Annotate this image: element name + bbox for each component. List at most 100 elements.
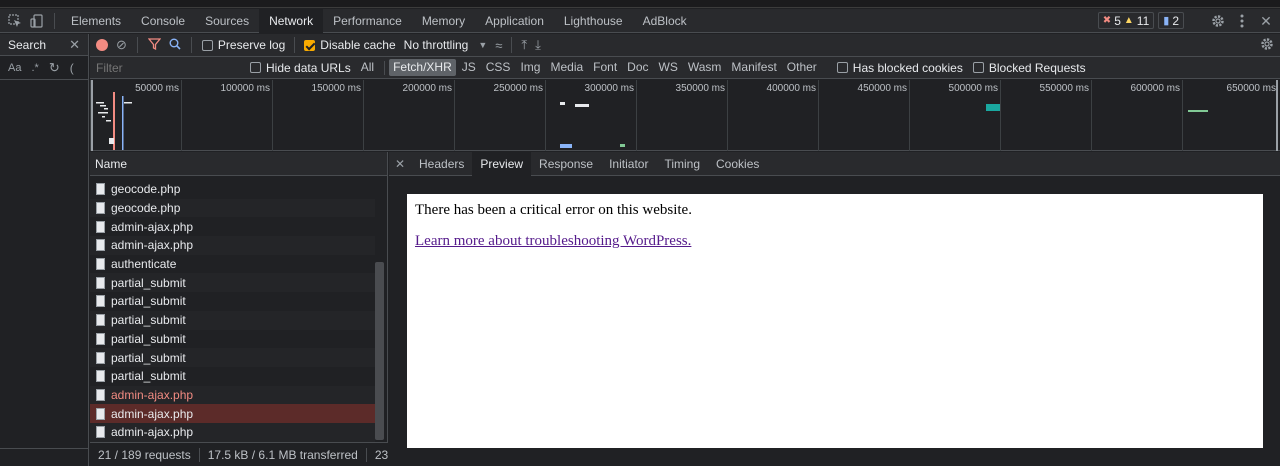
- record-button[interactable]: [96, 39, 108, 51]
- request-row[interactable]: partial_submit: [90, 310, 375, 330]
- error-icon: ✖: [1102, 15, 1112, 26]
- close-devtools-icon[interactable]: ✕: [1256, 11, 1276, 31]
- chevron-down-icon: ▼: [478, 40, 488, 50]
- refresh-icon[interactable]: ↻: [49, 60, 60, 76]
- export-har-icon[interactable]: ⤓: [535, 37, 541, 53]
- request-row-error[interactable]: admin-ajax.php: [90, 385, 375, 405]
- name-column-header[interactable]: Name: [90, 152, 387, 176]
- inspect-element-icon[interactable]: [4, 10, 26, 32]
- device-toolbar-icon[interactable]: [26, 10, 48, 32]
- network-overview-timeline[interactable]: 50000 ms 100000 ms 150000 ms 200000 ms 2…: [90, 80, 1280, 151]
- tab-application[interactable]: Application: [475, 9, 554, 33]
- document-icon: [96, 202, 105, 215]
- close-search-icon[interactable]: ✕: [69, 37, 80, 53]
- request-row[interactable]: admin-ajax.php: [90, 217, 375, 236]
- request-name: partial_submit: [111, 331, 186, 346]
- tab-elements[interactable]: Elements: [61, 9, 131, 33]
- filter-type-font[interactable]: Font: [589, 59, 621, 76]
- regex-button[interactable]: .*: [31, 62, 38, 74]
- tab-headers[interactable]: Headers: [411, 152, 472, 176]
- more-options-icon[interactable]: [1232, 11, 1252, 31]
- request-row[interactable]: partial_submit: [90, 348, 375, 367]
- settings-gear-icon[interactable]: [1208, 11, 1228, 31]
- clear-icon[interactable]: (: [70, 61, 74, 75]
- search-icon[interactable]: [169, 38, 181, 53]
- request-detail-panel: ✕ Headers Preview Response Initiator Tim…: [389, 151, 1280, 466]
- has-blocked-cookies-box[interactable]: [836, 62, 848, 73]
- close-detail-icon[interactable]: ✕: [389, 157, 411, 171]
- request-row[interactable]: geocode.php: [90, 180, 375, 199]
- network-toolbar: ⊘ Preserve log Disable cache No throttli…: [90, 34, 1280, 57]
- preserve-log-checkbox[interactable]: Preserve log: [201, 38, 285, 52]
- filter-type-css[interactable]: CSS: [482, 59, 515, 76]
- divider: [384, 60, 386, 75]
- filter-type-media[interactable]: Media: [546, 59, 587, 76]
- filter-input[interactable]: [90, 57, 240, 78]
- network-conditions-icon[interactable]: ≈: [495, 38, 502, 53]
- divider: [190, 37, 192, 53]
- filter-type-img[interactable]: Img: [516, 59, 544, 76]
- filter-type-other[interactable]: Other: [783, 59, 821, 76]
- filter-type-doc[interactable]: Doc: [623, 59, 652, 76]
- tab-network[interactable]: Network: [259, 8, 324, 33]
- filter-type-wasm[interactable]: Wasm: [684, 59, 726, 76]
- tab-console[interactable]: Console: [131, 9, 195, 33]
- disable-cache-checkbox[interactable]: Disable cache: [304, 38, 396, 52]
- tab-memory[interactable]: Memory: [412, 9, 475, 33]
- request-row[interactable]: partial_submit: [90, 292, 375, 311]
- document-icon: [96, 314, 105, 327]
- tab-adblock[interactable]: AdBlock: [633, 9, 697, 33]
- import-har-icon[interactable]: ⤒: [521, 37, 527, 53]
- filter-icon[interactable]: [147, 37, 162, 53]
- document-icon: [96, 388, 105, 401]
- request-list: Name geocode.php geocode.php admin-ajax.…: [90, 152, 416, 466]
- filter-type-manifest[interactable]: Manifest: [727, 59, 780, 76]
- tab-preview[interactable]: Preview: [472, 151, 532, 176]
- tab-sources[interactable]: Sources: [195, 9, 259, 33]
- network-settings-gear-icon[interactable]: [1260, 37, 1274, 54]
- request-row[interactable]: authenticate: [90, 255, 375, 274]
- filter-type-fetch-xhr[interactable]: Fetch/XHR: [389, 59, 456, 76]
- troubleshooting-link[interactable]: Learn more about troubleshooting WordPre…: [415, 233, 691, 249]
- tab-lighthouse[interactable]: Lighthouse: [554, 9, 633, 33]
- filter-type-ws[interactable]: WS: [655, 59, 682, 76]
- request-row-selected[interactable]: admin-ajax.php: [90, 404, 375, 423]
- warning-icon: ▲: [1123, 15, 1134, 26]
- tab-initiator[interactable]: Initiator: [601, 152, 656, 176]
- request-list-scrollbar[interactable]: [375, 262, 384, 440]
- clear-log-icon[interactable]: ⊘: [116, 37, 127, 53]
- issue-counters: ✖ 5 ▲ 11 ▮ 2: [1097, 12, 1184, 29]
- search-panel: Search ✕ Aa .* ↻ (: [0, 34, 89, 466]
- request-row[interactable]: geocode.php: [90, 198, 375, 218]
- request-row[interactable]: admin-ajax.php: [90, 236, 375, 255]
- filter-type-all[interactable]: All: [357, 59, 378, 76]
- match-case-button[interactable]: Aa: [8, 62, 21, 74]
- request-row[interactable]: partial_submit: [90, 367, 375, 386]
- has-blocked-cookies-label: Has blocked cookies: [852, 60, 963, 75]
- disable-cache-box[interactable]: [304, 39, 316, 51]
- request-row[interactable]: partial_submit: [90, 273, 375, 293]
- request-name: admin-ajax.php: [111, 425, 194, 440]
- filter-type-js[interactable]: JS: [458, 59, 480, 76]
- blocked-requests-label: Blocked Requests: [988, 60, 1086, 75]
- tab-timing[interactable]: Timing: [656, 152, 708, 176]
- blocked-requests-checkbox[interactable]: Blocked Requests: [972, 60, 1086, 75]
- tab-performance[interactable]: Performance: [323, 9, 412, 33]
- tab-cookies[interactable]: Cookies: [708, 152, 767, 176]
- blocked-requests-box[interactable]: [972, 62, 984, 73]
- document-icon: [96, 332, 105, 345]
- search-panel-header: Search ✕: [0, 34, 88, 56]
- preserve-log-box[interactable]: [201, 39, 213, 51]
- document-icon: [96, 276, 105, 289]
- message-counter[interactable]: ▮ 2: [1158, 12, 1184, 29]
- error-counter[interactable]: ✖ 5 ▲ 11: [1097, 12, 1155, 29]
- request-row[interactable]: partial_submit: [90, 330, 375, 349]
- has-blocked-cookies-checkbox[interactable]: Has blocked cookies: [836, 60, 963, 75]
- request-name: partial_submit: [111, 313, 186, 328]
- hide-data-urls-box[interactable]: [250, 62, 261, 73]
- throttling-select[interactable]: No throttling ▼: [404, 38, 488, 52]
- document-icon: [96, 351, 105, 364]
- hide-data-urls-checkbox[interactable]: Hide data URLs: [250, 61, 351, 75]
- tab-response[interactable]: Response: [531, 152, 601, 176]
- request-row[interactable]: admin-ajax.php: [90, 422, 375, 442]
